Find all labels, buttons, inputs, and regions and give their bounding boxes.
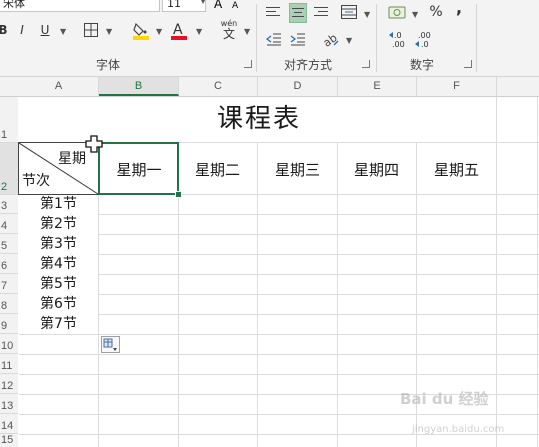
svg-text:.0: .0 <box>421 40 429 48</box>
font-name-value: 宋体 <box>3 0 25 10</box>
svg-text:ab: ab <box>322 31 340 48</box>
row-header-13[interactable]: 13 <box>0 394 18 414</box>
period-cell-3[interactable]: 第3节 <box>19 236 98 253</box>
underline-button[interactable]: U <box>38 22 52 38</box>
merge-cells-icon <box>341 5 357 19</box>
row-header-10[interactable]: 10 <box>0 334 18 354</box>
row-header-11[interactable]: 11 <box>0 354 18 374</box>
font-size-value: 11 <box>167 0 181 10</box>
alignment-dialog-launcher-icon[interactable] <box>362 60 370 68</box>
weekday-header-wed[interactable]: 星期三 <box>258 143 337 195</box>
weekday-header-thu[interactable]: 星期四 <box>337 143 416 195</box>
font-dialog-launcher-icon[interactable] <box>244 60 252 68</box>
watermark-logo: Bai du 经验 <box>400 390 489 408</box>
increase-indent-icon[interactable] <box>290 31 306 47</box>
comma-style-button[interactable]: , <box>454 0 464 16</box>
decrease-decimal-icon: .00 .0 <box>415 31 431 48</box>
row-header-5[interactable]: 5 <box>0 234 18 254</box>
svg-text:A: A <box>232 1 239 9</box>
svg-text:A: A <box>214 0 223 9</box>
svg-text:.00: .00 <box>392 40 405 48</box>
period-cell-5[interactable]: 第5节 <box>19 276 98 293</box>
ribbon: 宋体 11 ▼ A A B I U ▼ ▼ ▼ A ▼ wén 文 ▼ 字体 ▼… <box>0 0 539 77</box>
cell-cross-cursor-icon <box>85 135 103 153</box>
column-header-a[interactable]: A <box>19 77 99 96</box>
border-button[interactable] <box>82 22 100 38</box>
increase-decimal-icon: .0 .00 <box>389 31 405 48</box>
row-header-6[interactable]: 6 <box>0 254 18 274</box>
period-cell-4[interactable]: 第4节 <box>19 256 98 273</box>
weekday-header-fri[interactable]: 星期五 <box>417 143 496 195</box>
row-header-4[interactable]: 4 <box>0 214 18 234</box>
column-header-f[interactable]: F <box>417 77 497 96</box>
period-cell-1[interactable]: 第1节 <box>19 196 98 213</box>
align-left-icon[interactable] <box>266 4 282 20</box>
svg-text:.0: .0 <box>394 31 402 40</box>
weekday-header-tue[interactable]: 星期二 <box>178 143 257 195</box>
period-cell-7[interactable]: 第7节 <box>19 316 98 333</box>
diagonal-header-bottom: 节次 <box>22 173 50 189</box>
italic-button[interactable]: I <box>16 22 28 38</box>
border-icon <box>84 23 98 37</box>
percent-button[interactable]: % <box>428 4 444 20</box>
column-header-row: A B C D E F <box>0 77 539 97</box>
row-header-8[interactable]: 8 <box>0 294 18 314</box>
fill-handle[interactable] <box>175 191 182 198</box>
row-header-2[interactable]: 2 <box>0 143 18 195</box>
phonetic-guide-button[interactable]: wén 文 <box>214 18 244 42</box>
currency-icon <box>388 6 406 19</box>
watermark-url: jingyan.baidu.com <box>412 424 505 435</box>
active-cell-selection[interactable] <box>98 142 179 195</box>
svg-text:A: A <box>173 22 183 38</box>
column-header-d[interactable]: D <box>258 77 338 96</box>
align-center-icon[interactable] <box>289 3 307 23</box>
accounting-format-button[interactable] <box>388 4 410 22</box>
svg-text:.00: .00 <box>418 31 431 40</box>
row-header-14[interactable]: 14 <box>0 414 18 434</box>
font-group-label: 字体 <box>96 58 121 72</box>
font-color-button[interactable]: A <box>170 20 188 40</box>
row-header-1[interactable]: 1 <box>0 97 18 143</box>
decrease-decimal-button[interactable]: .00 .0 <box>414 30 436 48</box>
increase-decimal-button[interactable]: .0 .00 <box>388 30 410 48</box>
number-group-label: 数字 <box>410 58 435 72</box>
align-right-icon[interactable] <box>314 4 330 20</box>
orientation-button[interactable]: ab <box>322 30 340 48</box>
alignment-group-label: 对齐方式 <box>284 58 333 72</box>
period-cell-6[interactable]: 第6节 <box>19 296 98 313</box>
number-dialog-launcher-icon[interactable] <box>464 60 472 68</box>
row-header-9[interactable]: 9 <box>0 314 18 334</box>
row-header-15[interactable]: 15 <box>0 434 18 447</box>
phonetic-char: 文 <box>222 27 235 41</box>
diagonal-header-top: 星期 <box>58 151 86 167</box>
row-header-12[interactable]: 12 <box>0 374 18 394</box>
bold-button[interactable]: B <box>0 22 9 38</box>
merge-center-button[interactable] <box>340 3 358 21</box>
column-header-e[interactable]: E <box>338 77 417 96</box>
row-header-3[interactable]: 3 <box>0 195 18 214</box>
font-color-icon: A <box>171 22 187 40</box>
column-header-c[interactable]: C <box>179 77 258 96</box>
column-header-b[interactable]: B <box>99 77 179 96</box>
paste-options-icon <box>103 338 117 351</box>
column-header-g[interactable] <box>497 77 539 96</box>
fill-color-button[interactable] <box>132 20 150 40</box>
paint-bucket-icon <box>133 22 149 40</box>
decrease-indent-icon[interactable] <box>266 31 282 47</box>
font-name-box[interactable]: 宋体 <box>0 0 160 12</box>
decrease-font-icon[interactable]: A <box>232 0 244 10</box>
text-orientation-icon: ab <box>322 31 340 48</box>
increase-font-icon[interactable]: A <box>214 0 228 10</box>
period-cell-2[interactable]: 第2节 <box>19 216 98 233</box>
paste-options-button[interactable] <box>101 336 120 353</box>
row-header-7[interactable]: 7 <box>0 274 18 294</box>
